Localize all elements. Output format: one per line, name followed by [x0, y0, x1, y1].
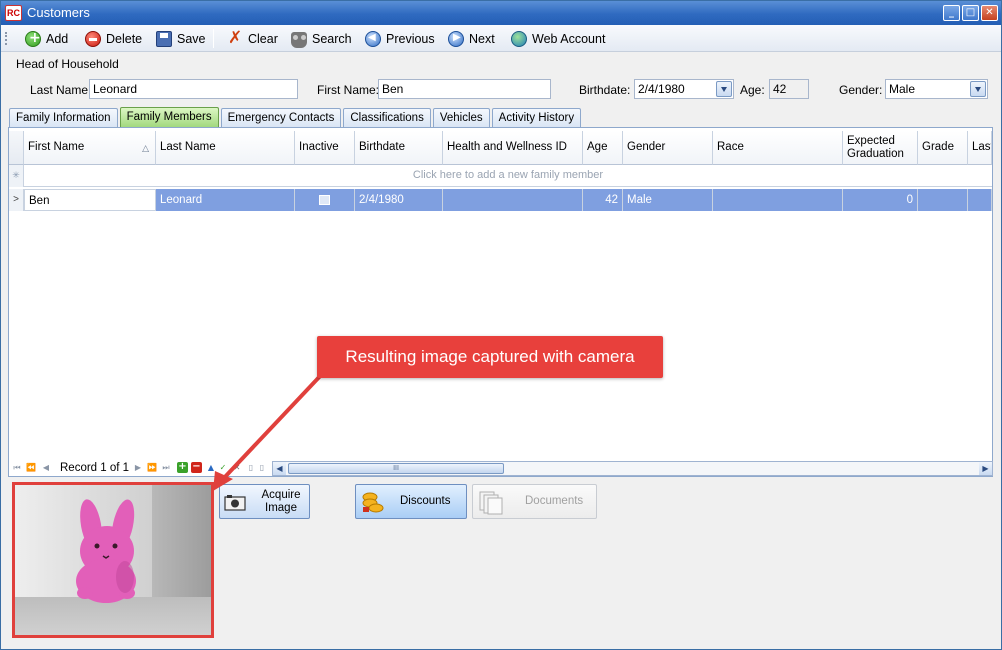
customers-window: RC Customers _ □ ✕ Add Delete Save Clear… [0, 0, 1002, 650]
callout-annotation: Resulting image captured with camera [317, 336, 663, 378]
callout-arrow-icon [213, 371, 325, 491]
